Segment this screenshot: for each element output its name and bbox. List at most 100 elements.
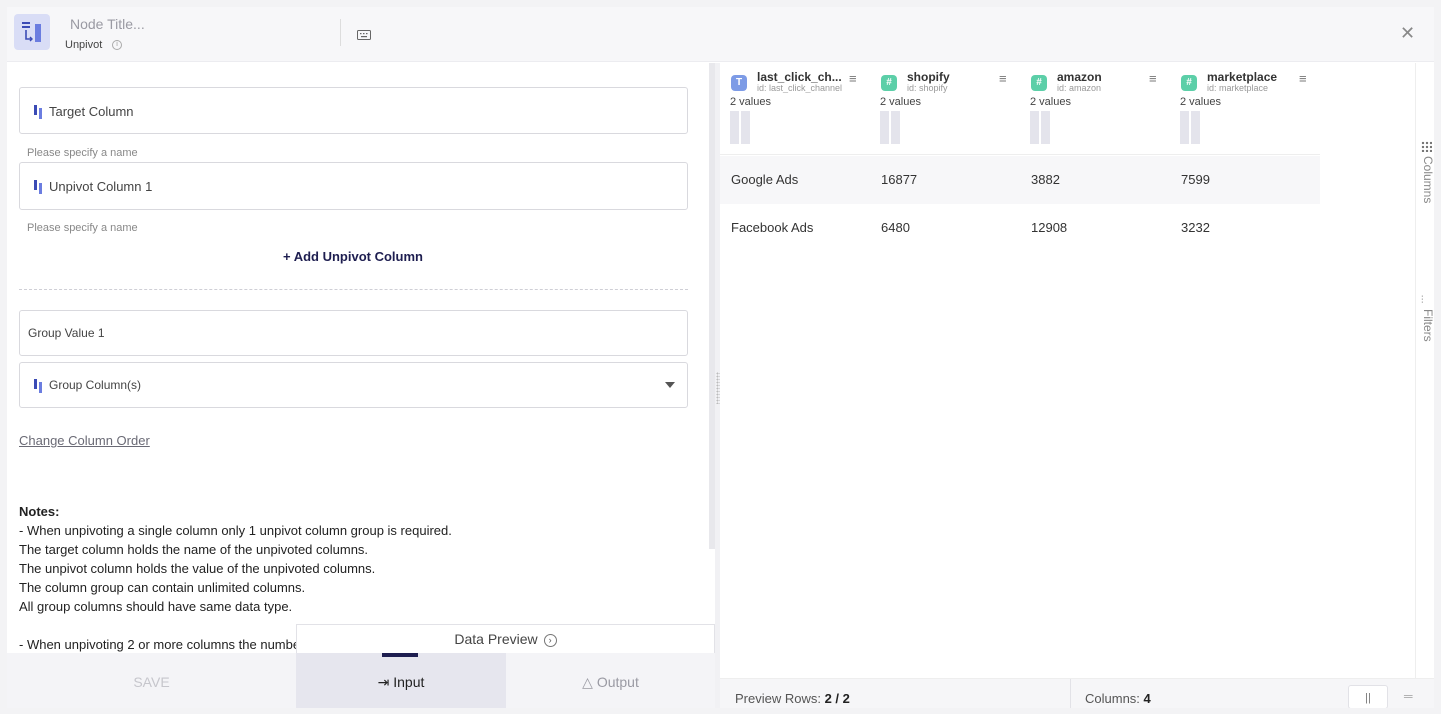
notes-line: The column group can contain unlimited c… xyxy=(19,580,306,595)
keyboard-icon[interactable] xyxy=(357,27,371,45)
column-icon xyxy=(34,105,42,119)
column-id: id: amazon xyxy=(1057,83,1102,93)
table-cell: 16877 xyxy=(881,172,918,187)
column-name: marketplace xyxy=(1207,70,1278,84)
table-cell: Google Ads xyxy=(731,172,799,187)
text-type-icon: T xyxy=(731,75,747,91)
column-name: shopify xyxy=(907,70,950,84)
column-icon xyxy=(34,379,42,393)
columns-count-status: Columns: 4 xyxy=(1085,691,1151,706)
table-cell: 3232 xyxy=(1181,220,1210,235)
grid-footer: Preview Rows: 2 / 2 Columns: 4 || ═ xyxy=(720,678,1434,708)
data-preview-label: Data Preview xyxy=(454,631,538,647)
columns-rail-label: Columns xyxy=(1421,156,1434,204)
close-icon[interactable]: ✕ xyxy=(1400,24,1415,42)
filters-rail-label: Filters xyxy=(1421,309,1434,342)
column-value-count: 2 values xyxy=(730,96,771,108)
table-cell: 7599 xyxy=(1181,172,1210,187)
footer-divider xyxy=(1070,679,1071,708)
data-preview-panel: T last_click_ch... id: last_click_channe… xyxy=(720,63,1434,708)
triangle-icon: △ xyxy=(582,674,593,690)
column-menu-icon[interactable]: ≡ xyxy=(1149,71,1157,86)
group-columns-select[interactable]: Group Column(s) xyxy=(19,362,688,408)
column-value-count: 2 values xyxy=(880,96,921,108)
grid-icon xyxy=(1421,141,1432,152)
table-row[interactable]: Google Ads 16877 3882 7599 xyxy=(720,156,1320,204)
preview-rows-value: 2 / 2 xyxy=(824,691,850,706)
group-value-label: Group Value 1 xyxy=(28,326,105,340)
active-tab-indicator xyxy=(382,653,418,657)
group-value-field[interactable]: Group Value 1 xyxy=(19,310,688,356)
column-distribution xyxy=(880,111,902,149)
table-cell: 6480 xyxy=(881,220,910,235)
unpivot-node-editor: Node Title... Unpivot i ✕ Target Column … xyxy=(7,7,1434,708)
column-name: amazon xyxy=(1057,70,1102,84)
data-preview-toggle[interactable]: Data Preview › xyxy=(296,624,715,653)
column-id: id: marketplace xyxy=(1207,83,1269,93)
number-type-icon: # xyxy=(1031,75,1047,91)
row-view-toggle-icon[interactable]: ═ xyxy=(1404,689,1413,703)
notes-line: The target column holds the name of the … xyxy=(19,542,369,557)
column-header-amazon[interactable]: # amazon id: amazon ≡ 2 values xyxy=(1020,63,1170,155)
group-columns-label: Group Column(s) xyxy=(49,378,142,392)
notes-line: All group columns should have same data … xyxy=(19,599,293,614)
column-id: id: last_click_channel xyxy=(757,83,843,93)
number-type-icon: # xyxy=(1181,75,1197,91)
table-row[interactable]: Facebook Ads 6480 12908 3232 xyxy=(720,204,1320,252)
column-name: last_click_ch... xyxy=(757,70,842,84)
change-column-order-link[interactable]: Change Column Order xyxy=(19,433,150,448)
unpivot-column-label: Unpivot Column 1 xyxy=(49,179,153,194)
column-id: id: shopify xyxy=(907,83,948,93)
unpivot-column-field[interactable]: Unpivot Column 1 xyxy=(19,162,688,210)
table-cell: 3882 xyxy=(1031,172,1060,187)
preview-rows-status: Preview Rows: 2 / 2 xyxy=(735,691,850,706)
target-column-helper: Please specify a name xyxy=(27,147,138,159)
filter-icon: ⫶ xyxy=(1421,295,1424,306)
node-type-label: Unpivot xyxy=(65,39,103,51)
bottom-action-bar: SAVE ⇥ Input △ Output xyxy=(7,653,715,708)
unpivot-settings-panel: Target Column Please specify a name Unpi… xyxy=(7,63,709,708)
table-cell: 12908 xyxy=(1031,220,1068,235)
column-menu-icon[interactable]: ≡ xyxy=(849,71,857,86)
column-value-count: 2 values xyxy=(1030,96,1071,108)
input-arrow-icon: ⇥ xyxy=(377,674,390,690)
columns-count-value: 4 xyxy=(1143,691,1151,706)
column-distribution xyxy=(730,111,752,149)
columns-count-label: Columns: xyxy=(1085,691,1140,706)
columns-panel-toggle[interactable]: Columns xyxy=(1421,141,1434,203)
tab-output[interactable]: △ Output xyxy=(506,653,715,708)
table-cell: Facebook Ads xyxy=(731,220,814,235)
column-value-count: 2 values xyxy=(1180,96,1221,108)
number-type-icon: # xyxy=(881,75,897,91)
column-menu-icon[interactable]: ≡ xyxy=(999,71,1007,86)
column-distribution xyxy=(1030,111,1052,149)
notes-title: Notes: xyxy=(19,504,60,519)
notes-line: - When unpivoting a single column only 1… xyxy=(19,523,452,538)
target-column-label: Target Column xyxy=(49,104,134,119)
column-icon xyxy=(34,180,42,194)
info-icon[interactable]: i xyxy=(112,40,122,50)
chevron-right-icon: › xyxy=(543,633,557,647)
target-column-field[interactable]: Target Column xyxy=(19,87,688,134)
column-header-shopify[interactable]: # shopify id: shopify ≡ 2 values xyxy=(870,63,1020,155)
column-menu-icon[interactable]: ≡ xyxy=(1299,71,1307,86)
node-title-input[interactable]: Node Title... xyxy=(70,16,145,32)
column-header-last-click-channel[interactable]: T last_click_ch... id: last_click_channe… xyxy=(720,63,870,155)
tab-input-label: Input xyxy=(393,674,425,690)
column-header-marketplace[interactable]: # marketplace id: marketplace ≡ 2 values xyxy=(1170,63,1320,155)
chevron-down-icon[interactable] xyxy=(665,382,675,388)
column-distribution xyxy=(1180,111,1202,149)
notes-line: The unpivot column holds the value of th… xyxy=(19,561,376,576)
filters-panel-toggle[interactable]: ⫶ Filters xyxy=(1421,295,1434,342)
save-button[interactable]: SAVE xyxy=(7,653,296,708)
header-divider xyxy=(340,19,341,46)
add-unpivot-column-button[interactable]: + Add Unpivot Column xyxy=(7,249,699,264)
tab-input[interactable]: ⇥ Input xyxy=(296,653,506,708)
column-view-toggle-icon[interactable]: || xyxy=(1348,685,1388,708)
editor-header: Node Title... Unpivot i ✕ xyxy=(7,7,1434,62)
unpivot-column-helper: Please specify a name xyxy=(27,222,138,234)
section-divider xyxy=(19,289,688,290)
preview-rows-label: Preview Rows: xyxy=(735,691,821,706)
grid-header: T last_click_ch... id: last_click_channe… xyxy=(720,63,1320,155)
unpivot-node-icon xyxy=(14,14,50,50)
